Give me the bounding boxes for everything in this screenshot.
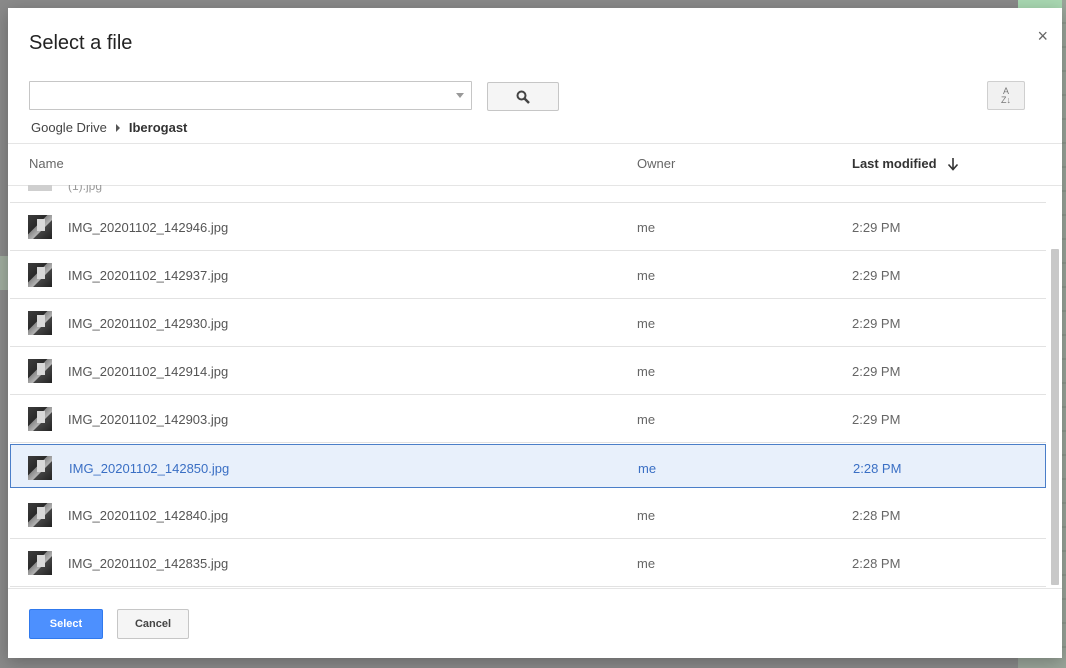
background-marker — [0, 256, 8, 290]
column-header-owner[interactable]: Owner — [637, 156, 675, 171]
search-button[interactable] — [487, 82, 559, 111]
search-input[interactable] — [29, 81, 472, 110]
list-header: Name Owner Last modified — [8, 143, 1062, 186]
list-item[interactable]: IMG_20201102_142840.jpg me 2:28 PM — [10, 491, 1046, 539]
file-list: (1).jpg IMG_20201102_142946.jpg me 2:29 PM… — [8, 185, 1062, 589]
file-name: IMG_20201102_142850.jpg — [69, 461, 230, 476]
file-last-modified: 2:29 PM — [852, 412, 901, 427]
cancel-button[interactable]: Cancel — [117, 609, 189, 639]
file-owner: me — [637, 508, 656, 523]
scrollbar-thumb[interactable] — [1051, 249, 1059, 585]
file-last-modified: 2:29 PM — [852, 268, 901, 283]
file-name: IMG_20201102_142930.jpg — [68, 316, 229, 331]
breadcrumb-current: Iberogast — [128, 120, 188, 135]
sort-az-button[interactable]: A Z↓ — [987, 81, 1025, 110]
list-item[interactable]: IMG_20201102_142914.jpg me 2:29 PM — [10, 347, 1046, 395]
list-item[interactable]: IMG_20201102_142903.jpg me 2:29 PM — [10, 395, 1046, 443]
file-name: IMG_20201102_142903.jpg — [68, 412, 229, 427]
image-thumbnail-icon — [28, 456, 52, 480]
file-owner: me — [637, 364, 656, 379]
breadcrumb: Google Drive Iberogast — [31, 120, 187, 135]
scrollbar[interactable] — [1051, 185, 1060, 588]
file-last-modified: 2:28 PM — [852, 508, 901, 523]
file-owner: me — [637, 556, 656, 571]
search-icon — [516, 90, 530, 104]
image-thumbnail-icon — [28, 311, 52, 335]
image-thumbnail-icon — [28, 407, 52, 431]
arrow-down-icon — [947, 157, 958, 171]
image-thumbnail-icon — [28, 503, 52, 527]
dialog-title: Select a file — [29, 32, 133, 54]
file-picker-dialog: Select a file × A Z↓ Google Drive Iberoga… — [8, 8, 1062, 658]
column-header-last-modified-label: Last modified — [852, 156, 937, 171]
file-name: IMG_20201102_142937.jpg — [68, 268, 229, 283]
image-thumbnail-icon — [28, 215, 52, 239]
file-name: (1).jpg — [68, 185, 103, 193]
close-button[interactable]: × — [1037, 26, 1048, 46]
select-button[interactable]: Select — [29, 609, 103, 639]
file-owner: me — [637, 316, 656, 331]
file-last-modified: 2:29 PM — [852, 364, 901, 379]
list-item[interactable]: IMG_20201102_142946.jpg me 2:29 PM — [10, 203, 1046, 251]
file-last-modified: 2:28 PM — [853, 461, 902, 476]
chevron-down-icon[interactable] — [456, 93, 464, 98]
file-name: IMG_20201102_142835.jpg — [68, 556, 229, 571]
breadcrumb-root[interactable]: Google Drive — [31, 120, 107, 135]
list-item[interactable]: (1).jpg — [10, 185, 1046, 203]
image-thumbnail-icon — [28, 185, 52, 191]
file-name: IMG_20201102_142914.jpg — [68, 364, 229, 379]
chevron-right-icon — [115, 123, 120, 132]
file-owner: me — [637, 268, 656, 283]
image-thumbnail-icon — [28, 551, 52, 575]
file-name: IMG_20201102_142840.jpg — [68, 508, 229, 523]
list-item[interactable]: IMG_20201102_142835.jpg me 2:28 PM — [10, 539, 1046, 587]
file-owner: me — [637, 412, 656, 427]
column-header-last-modified[interactable]: Last modified — [852, 156, 959, 171]
image-thumbnail-icon — [28, 359, 52, 383]
image-thumbnail-icon — [28, 263, 52, 287]
file-last-modified: 2:29 PM — [852, 220, 901, 235]
file-owner: me — [637, 220, 656, 235]
file-name: IMG_20201102_142946.jpg — [68, 220, 229, 235]
list-item[interactable]: IMG_20201102_142850.jpg me 2:28 PM — [10, 444, 1046, 488]
column-header-name[interactable]: Name — [29, 156, 64, 171]
file-last-modified: 2:29 PM — [852, 316, 901, 331]
list-item[interactable]: IMG_20201102_142937.jpg me 2:29 PM — [10, 251, 1046, 299]
file-owner: me — [638, 461, 657, 476]
list-item[interactable]: IMG_20201102_142930.jpg me 2:29 PM — [10, 299, 1046, 347]
sort-az-icon: A Z↓ — [1001, 85, 1011, 105]
file-last-modified: 2:28 PM — [852, 556, 901, 571]
background-badge — [1018, 0, 1062, 8]
